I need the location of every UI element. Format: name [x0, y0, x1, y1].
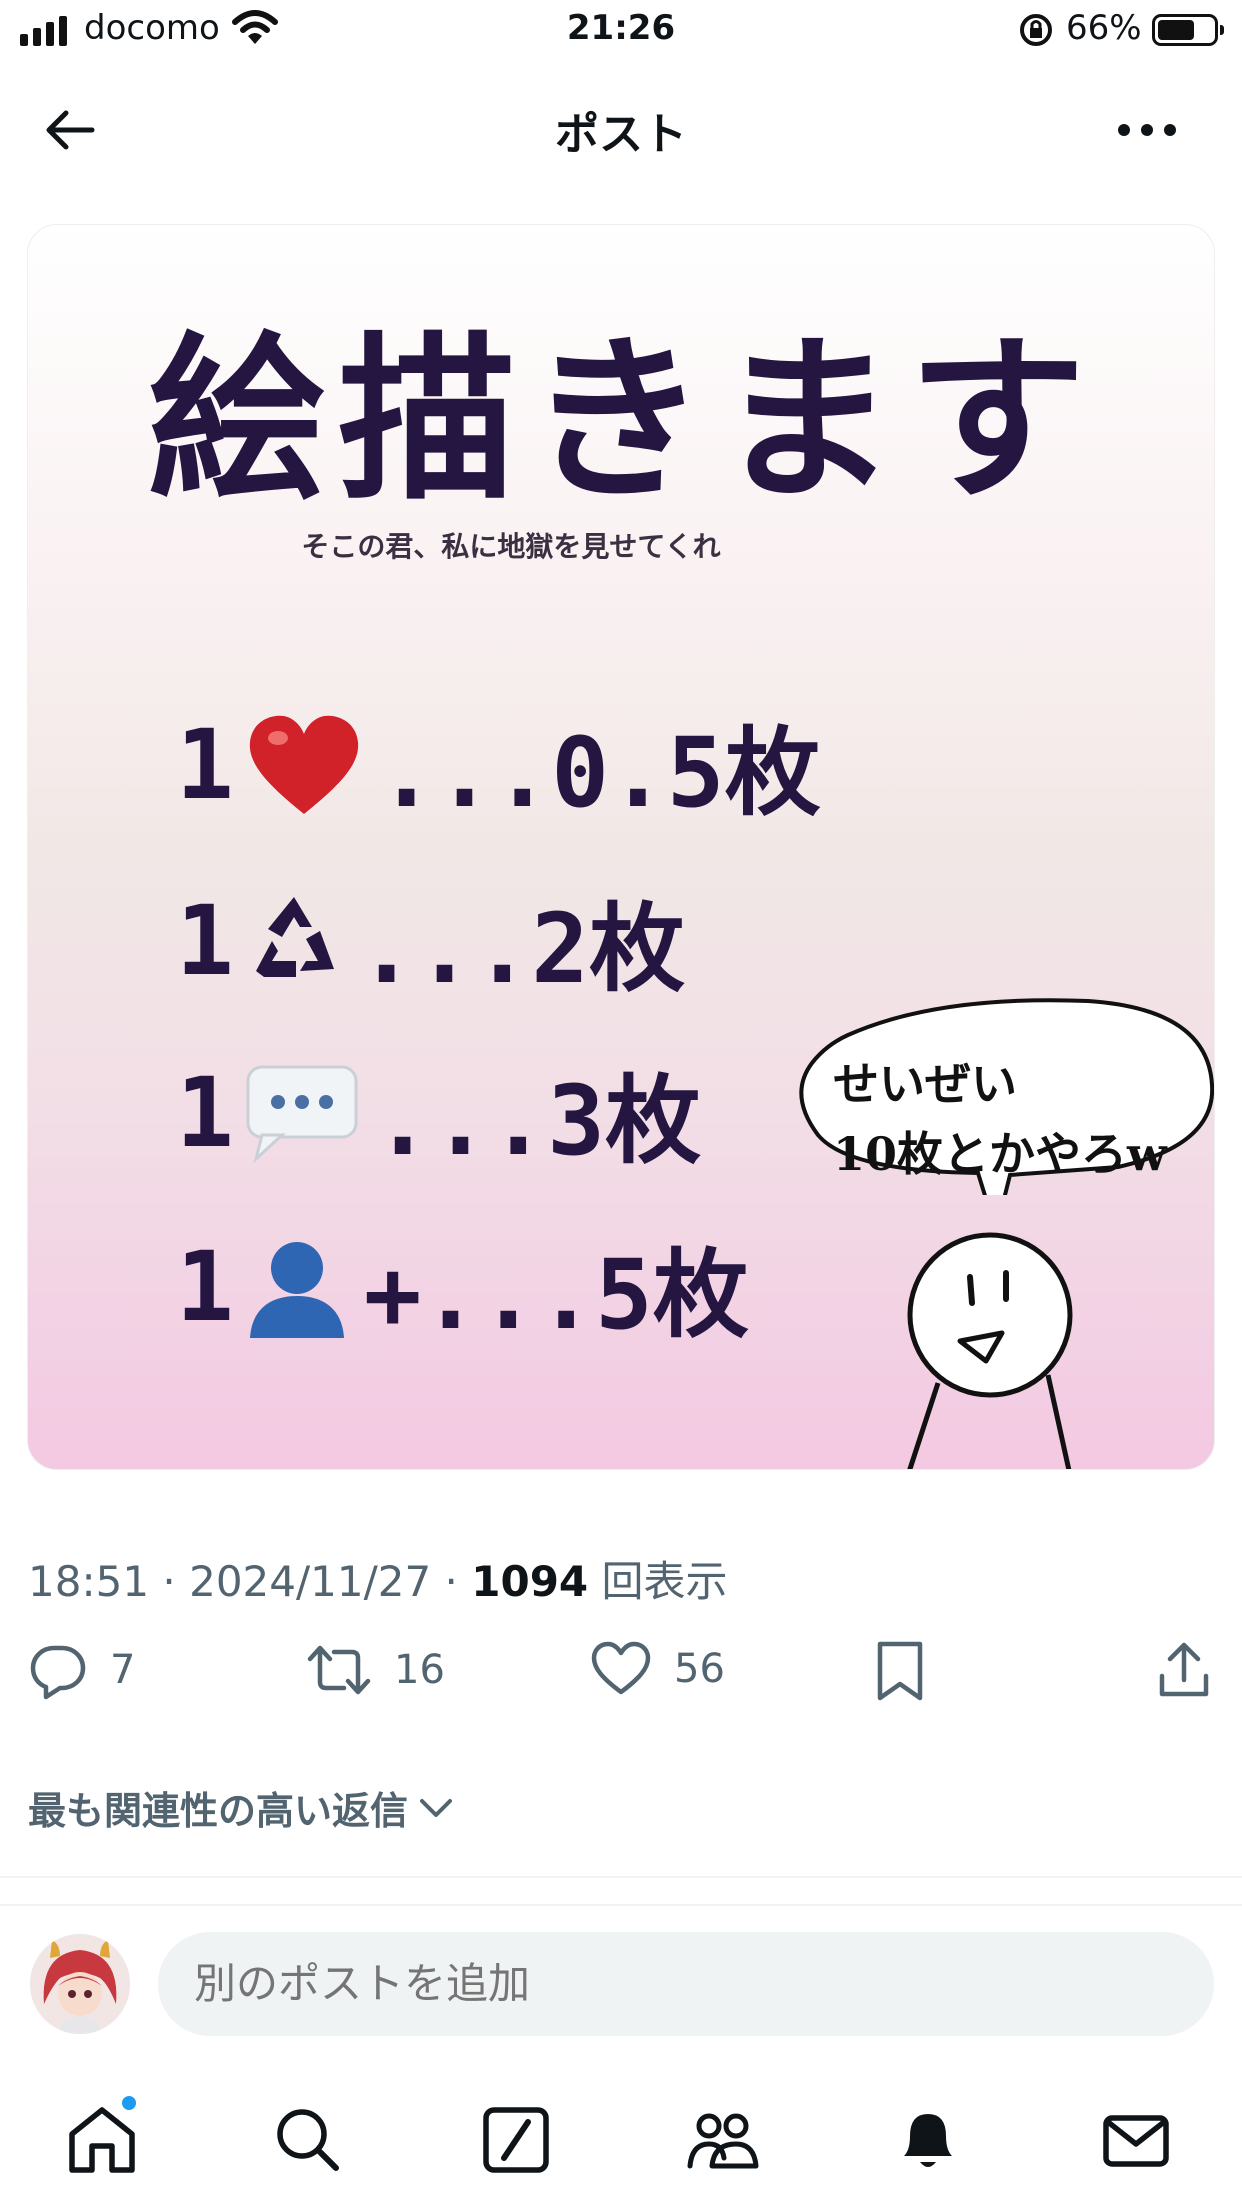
like-button[interactable]: 56	[590, 1640, 725, 1698]
top-navigation: ポスト	[0, 70, 1242, 182]
share-icon	[1159, 1642, 1209, 1697]
chevron-down-icon	[420, 1798, 453, 1817]
ellipsis-icon[interactable]	[1112, 100, 1182, 160]
battery-percent: 66%	[1066, 8, 1142, 48]
image-subtitle: そこの君、私に地獄を見せてくれ	[301, 530, 721, 563]
share-button[interactable]	[1156, 1640, 1212, 1700]
views-count: 1094	[471, 1557, 589, 1606]
rate-count: 1	[176, 884, 234, 997]
post-time: 18:51	[28, 1557, 150, 1606]
rate-row-replies: 1 ...3枚	[176, 1043, 701, 1182]
home-icon[interactable]	[62, 2100, 142, 2180]
messages-icon[interactable]	[1096, 2100, 1176, 2180]
views-label: 回表示	[601, 1557, 728, 1606]
reply-button[interactable]: 7	[28, 1640, 135, 1700]
person-icon	[249, 1241, 344, 1338]
page-title: ポスト	[555, 109, 687, 160]
image-headline: 絵描きます	[148, 317, 1098, 524]
rate-value: ...2枚	[357, 893, 685, 1005]
battery-fill	[1158, 20, 1194, 40]
communities-icon[interactable]	[682, 2100, 762, 2180]
grok-icon[interactable]	[476, 2100, 556, 2180]
speech-bubble-icon	[246, 1065, 358, 1163]
post-image[interactable]: 絵描きます そこの君、私に地獄を見せてくれ 1 ...0.5枚 1 ...2枚 …	[27, 224, 1215, 1470]
divider	[0, 1904, 1242, 1906]
speech-line: 10枚とかやろw	[833, 1127, 1167, 1181]
avatar-illustration	[30, 1934, 130, 2034]
bookmark-button[interactable]	[874, 1640, 926, 1702]
rate-row-follows: 1 +...5枚	[176, 1217, 749, 1356]
battery-icon	[1152, 14, 1224, 46]
post-date: 2024/11/27	[189, 1557, 432, 1606]
stick-figure	[907, 1232, 1073, 1469]
like-count: 56	[674, 1646, 725, 1692]
rate-value: +...5枚	[363, 1239, 749, 1351]
sort-label: 最も関連性の高い返信	[28, 1789, 409, 1833]
reply-input[interactable]	[158, 1932, 1214, 2036]
rate-count: 1	[176, 1056, 234, 1169]
action-bar: 7 16 56	[0, 1640, 1242, 1720]
heart-outline-icon	[591, 1641, 651, 1695]
rate-row-likes: 1 ...0.5枚	[176, 695, 821, 834]
bookmark-icon	[877, 1641, 923, 1701]
repost-button[interactable]: 16	[306, 1640, 445, 1700]
recycle-icon	[255, 896, 334, 977]
heart-icon	[249, 715, 358, 814]
divider	[0, 1876, 1242, 1878]
clock: 21:26	[566, 8, 676, 48]
notifications-icon[interactable]	[888, 2100, 968, 2180]
rate-count: 1	[176, 708, 234, 821]
rate-value: ...0.5枚	[377, 717, 821, 829]
rate-count: 1	[176, 1230, 234, 1343]
repost-icon	[307, 1645, 371, 1695]
reply-sort-dropdown[interactable]: 最も関連性の高い返信	[28, 1780, 454, 1835]
orientation-lock-icon	[1020, 14, 1052, 46]
speech-text: せいぜい 10枚とかやろw	[833, 1049, 1167, 1189]
rate-row-reposts: 1 ...2枚	[176, 871, 685, 1010]
search-icon[interactable]	[268, 2100, 348, 2180]
post-detail-screen: docomo 21:26 66% ポスト 絵描きます そこの君、私に地獄を見せて	[0, 0, 1242, 2208]
bottom-tab-bar	[0, 2080, 1242, 2208]
avatar[interactable]	[30, 1934, 130, 2034]
reply-icon	[30, 1645, 86, 1700]
repost-count: 16	[394, 1647, 445, 1693]
status-bar: docomo 21:26 66%	[0, 0, 1242, 66]
post-meta: 18:51 · 2024/11/27 · 1094 回表示	[28, 1557, 728, 1606]
rate-value: ...3枚	[373, 1065, 701, 1177]
reply-count: 7	[110, 1647, 136, 1693]
speech-line: せいぜい	[833, 1057, 1017, 1111]
home-notification-dot	[120, 2094, 138, 2112]
